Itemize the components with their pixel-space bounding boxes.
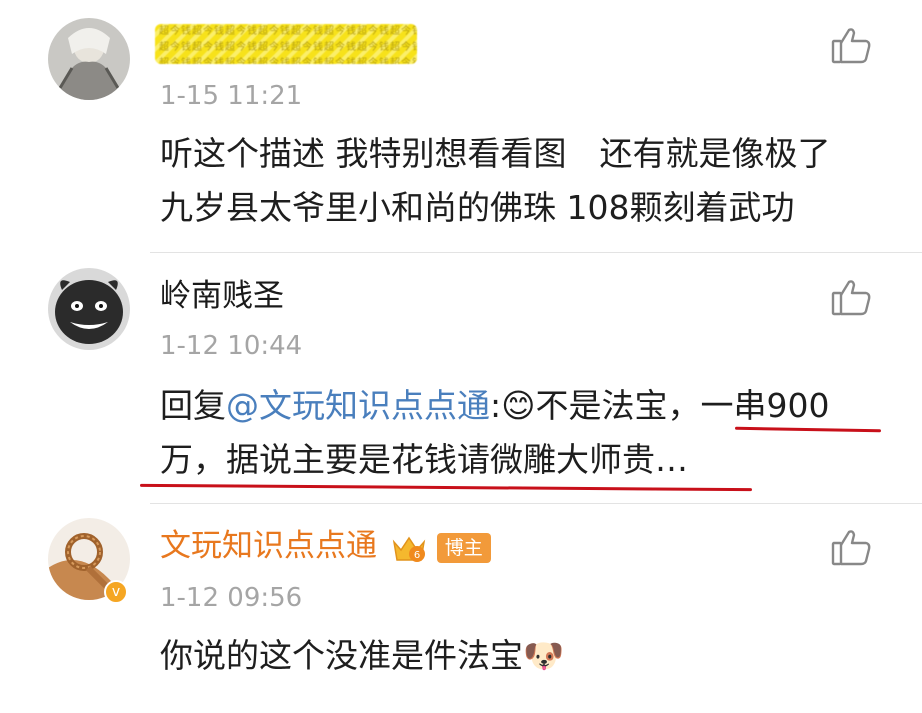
reply-text: :😊不是法宝， [490,386,701,425]
comment-text-line: 万，据说主要是花钱请微雕大师贵… [160,440,688,479]
divider [150,503,922,504]
thumbs-up-icon[interactable] [830,276,872,318]
reply-prefix: 回复 [160,386,226,425]
username-text[interactable]: 文玩知识点点通 [160,528,377,564]
avatar-user-2[interactable] [48,268,130,350]
crown-level-icon: 6 [391,532,427,564]
comment-time: 1-15 11:21 [160,81,303,111]
verified-icon: v [104,580,128,604]
comment-username[interactable]: 文玩知识点点通 6 博主 [160,526,491,566]
avatar-user-1[interactable] [48,18,130,100]
thumbs-up-icon[interactable] [830,526,872,568]
mention-link[interactable]: @文玩知识点点通 [226,386,490,425]
comment-time: 1-12 10:44 [160,331,303,361]
thumbs-up-icon[interactable] [830,24,872,66]
censored-username: 超今钱超今钱超今钱超今钱超今钱超今钱超今钱超今钱超今钱超今钱 超今钱超今钱超今钱… [155,24,417,64]
blogger-badge: 博主 [436,532,491,563]
comment-text-line: 你说的这个没准是件法宝🐶 [160,636,565,675]
comment-text-line: 回复@文玩知识点点通:😊不是法宝，一串900 [160,378,830,434]
comment-text-line: 听这个描述 我特别想看看图 还有就是像极了 [160,134,831,173]
divider [150,252,922,253]
comment-time: 1-12 09:56 [160,583,303,613]
comment-text-line: 九岁县太爷里小和尚的佛珠 108颗刻着武功 [160,188,795,227]
highlight-text: 一串900 [700,386,830,425]
comment-username[interactable]: 岭南贱圣 [160,276,284,316]
svg-text:6: 6 [414,550,420,561]
